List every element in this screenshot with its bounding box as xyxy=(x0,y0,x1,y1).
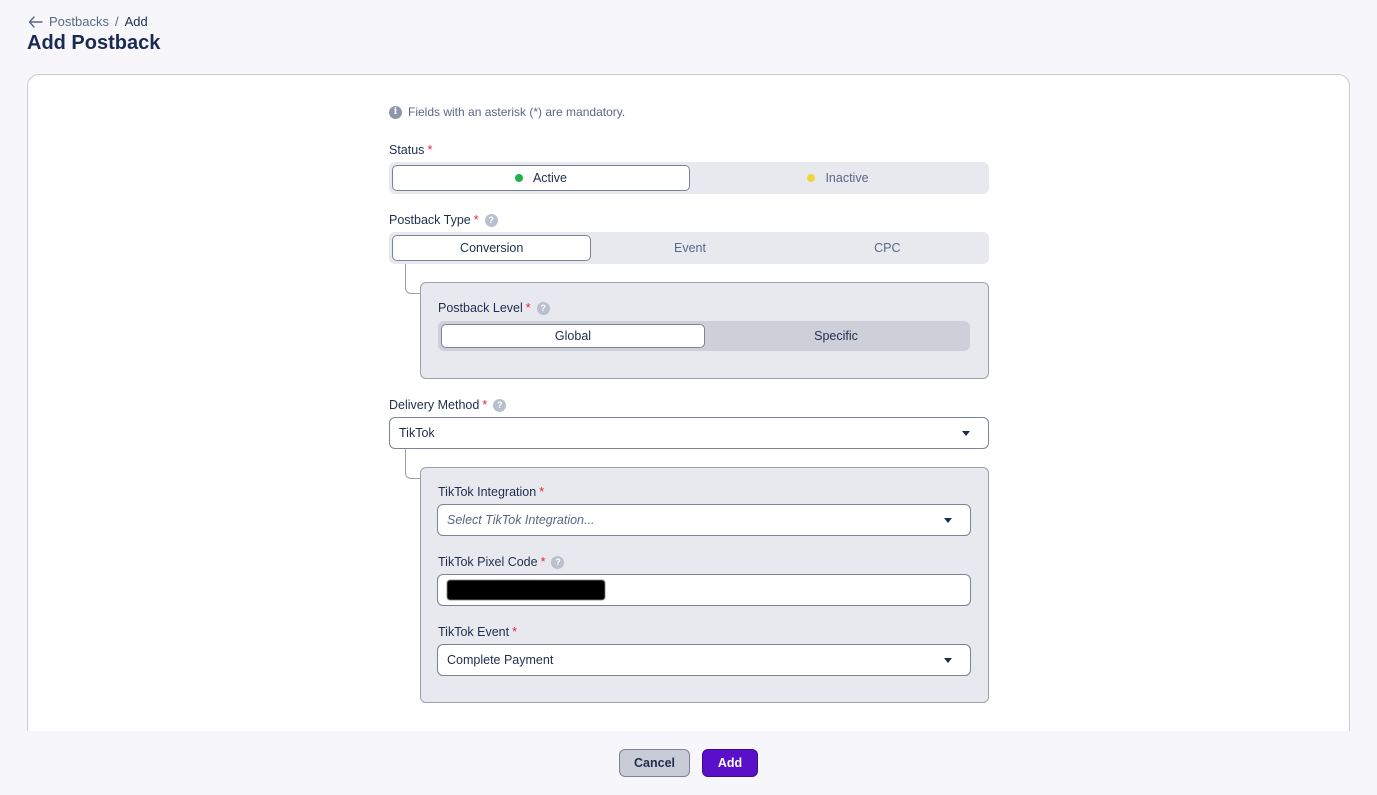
breadcrumb-separator: / xyxy=(114,14,119,29)
tiktok-integration-label-text: TikTok Integration xyxy=(438,485,537,499)
help-icon[interactable]: ? xyxy=(493,398,507,412)
tiktok-pixel-code-input[interactable] xyxy=(437,574,971,606)
postback-type-option-conversion[interactable]: Conversion xyxy=(392,235,592,261)
status-option-inactive[interactable]: Inactive xyxy=(690,165,986,191)
tiktok-event-label: TikTok Event * xyxy=(438,625,517,639)
required-marker: * xyxy=(427,143,433,157)
status-toggle: Active Inactive xyxy=(389,162,989,194)
tiktok-event-value: Complete Payment xyxy=(447,653,554,667)
postback-type-label: Postback Type * ? xyxy=(389,213,498,227)
postback-level-label: Postback Level * ? xyxy=(438,301,550,315)
tiktok-event-label-text: TikTok Event xyxy=(438,625,510,639)
chevron-down-icon xyxy=(944,658,952,663)
page-title: Add Postback xyxy=(27,32,161,54)
delivery-method-select[interactable]: TikTok xyxy=(389,417,989,449)
chevron-down-icon xyxy=(944,518,952,523)
delivery-method-value: TikTok xyxy=(399,426,435,440)
info-icon: i xyxy=(389,105,402,119)
delivery-method-label-text: Delivery Method xyxy=(389,398,480,412)
postback-level-label-text: Postback Level xyxy=(438,301,523,315)
chevron-down-icon xyxy=(962,431,970,436)
help-icon[interactable]: ? xyxy=(536,301,550,315)
tiktok-integration-label: TikTok Integration * xyxy=(438,485,544,499)
help-icon[interactable]: ? xyxy=(551,555,565,569)
postback-type-toggle: Conversion Event CPC xyxy=(389,232,989,264)
tiktok-integration-placeholder: Select TikTok Integration... xyxy=(447,513,595,527)
tiktok-integration-select[interactable]: Select TikTok Integration... xyxy=(437,504,971,536)
status-label: Status * xyxy=(389,143,432,157)
connector-line xyxy=(405,449,421,479)
tiktok-pixel-code-label-text: TikTok Pixel Code xyxy=(438,555,538,569)
postback-type-option-cpc[interactable]: CPC xyxy=(789,235,986,261)
postback-level-option-global[interactable]: Global xyxy=(441,324,705,348)
add-button[interactable]: Add xyxy=(702,749,758,777)
breadcrumb: Postbacks / Add xyxy=(28,14,148,29)
required-marker: * xyxy=(473,213,479,227)
back-arrow-icon[interactable] xyxy=(28,15,44,29)
redacted-value xyxy=(447,580,605,600)
mandatory-info-text: Fields with an asterisk (*) are mandator… xyxy=(408,105,626,119)
cancel-button[interactable]: Cancel xyxy=(619,749,690,777)
delivery-method-label: Delivery Method * ? xyxy=(389,398,507,412)
tiktok-pixel-code-label: TikTok Pixel Code * ? xyxy=(438,555,565,569)
breadcrumb-link-postbacks[interactable]: Postbacks xyxy=(49,14,109,29)
status-label-text: Status xyxy=(389,143,425,157)
status-option-inactive-label: Inactive xyxy=(825,171,869,185)
active-dot-icon xyxy=(514,174,523,182)
postback-type-option-event[interactable]: Event xyxy=(591,235,788,261)
required-marker: * xyxy=(525,301,531,315)
required-marker: * xyxy=(482,398,488,412)
connector-line xyxy=(405,264,421,294)
postback-level-option-specific[interactable]: Specific xyxy=(705,324,967,348)
required-marker: * xyxy=(512,625,517,639)
status-option-active-label: Active xyxy=(532,171,568,185)
postback-type-label-text: Postback Type xyxy=(389,213,471,227)
required-marker: * xyxy=(539,485,545,499)
breadcrumb-current: Add xyxy=(124,14,148,29)
status-option-active[interactable]: Active xyxy=(392,165,690,191)
required-marker: * xyxy=(540,555,546,569)
postback-level-toggle: Global Specific xyxy=(438,321,970,351)
tiktok-event-select[interactable]: Complete Payment xyxy=(437,644,971,676)
inactive-dot-icon xyxy=(807,174,816,182)
help-icon[interactable]: ? xyxy=(484,213,498,227)
mandatory-info: i Fields with an asterisk (*) are mandat… xyxy=(389,105,625,119)
